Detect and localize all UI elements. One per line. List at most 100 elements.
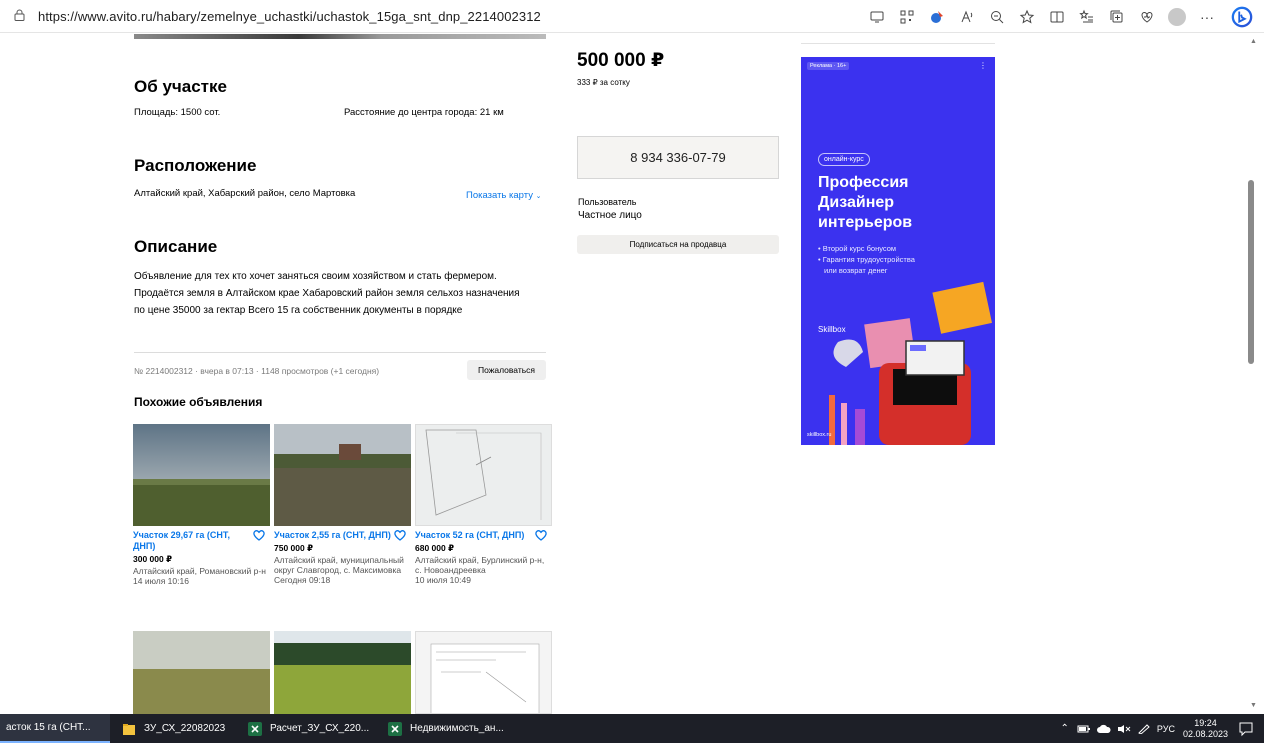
distance-value: 21 км [479,107,504,118]
app-available-icon[interactable] [862,2,892,32]
scroll-down-icon[interactable]: ▼ [1250,702,1257,709]
ad-bullets: • Второй курс бонусом • Гарантия трудоус… [818,243,915,276]
excel-icon [248,721,262,736]
pen-icon[interactable] [1137,723,1151,734]
ad-illustration [829,281,992,445]
card-date: 14 июля 10:16 [133,576,189,586]
ad-bullet: • Гарантия трудоустройства [818,255,915,264]
card-title[interactable]: Участок 2,55 га (СНТ, ДНП) [274,530,411,541]
favorite-heart-icon[interactable] [393,528,407,542]
battery-icon[interactable] [1077,724,1091,734]
favorite-heart-icon[interactable] [534,528,548,542]
similar-card[interactable]: Участок 2,55 га (СНТ, ДНП) 750 000 ₽ Алт… [274,424,411,585]
browser-toolbar: https://www.avito.ru/habary/zemelnye_uch… [0,0,1264,33]
taskbar-item-label: Расчет_ЗУ_СХ_220... [270,723,370,734]
taskbar-item-label: асток 15 га (СНТ... [6,722,91,733]
card-location: Алтайский край, Бурлинский р-н, с. Новоа… [415,555,545,575]
card-date: 10 июля 10:49 [415,575,471,585]
clock-date: 02.08.2023 [1182,728,1228,739]
ad-slot-top [801,34,995,44]
chevron-up-icon[interactable]: ⌃ [1061,723,1069,734]
card-photo[interactable] [133,631,270,714]
card-title[interactable]: Участок 52 га (СНТ, ДНП) [415,530,552,541]
bing-copilot-icon[interactable] [1226,3,1258,31]
ad-headline-line: Профессия [818,174,909,191]
notifications-icon[interactable] [1238,721,1254,737]
ad-badge: онлайн-курс [818,153,870,166]
listing-meta: № 2214002312 · вчера в 07:13 · 1148 прос… [134,366,380,376]
card-price: 680 000 ₽ [415,543,455,553]
taskbar-item-excel-2[interactable]: Недвижимость_ан... [378,714,513,743]
scroll-up-icon[interactable]: ▲ [1250,38,1257,45]
area-value: 1500 сот. [180,107,221,118]
favorite-star-icon[interactable] [1012,2,1042,32]
description-line: Объявление для тех кто хочет заняться св… [134,271,497,282]
show-map-link[interactable]: Показать карту ⌄ [466,190,541,201]
taskbar-item-label: ЗУ_СХ_22082023 [144,723,226,734]
ad-menu-icon[interactable]: ⋮ [979,61,987,70]
card-location: Алтайский край, Романовский р-н [133,566,266,576]
scroll-thumb[interactable] [1248,180,1254,364]
volume-muted-icon[interactable] [1117,724,1131,734]
listing-price: 500 000 ₽ [577,50,665,71]
cloud-icon[interactable] [1096,724,1111,734]
page-scrollbar[interactable] [1250,34,1264,714]
system-tray: ⌃ РУС 19:24 02.08.2023 [1061,714,1264,743]
card-date: Сегодня 09:18 [274,575,331,585]
seller-type: Пользователь [578,197,637,207]
price-per-unit: 333 ₽ за сотку [577,78,630,87]
ad-label: Реклама · 16+ [807,62,850,70]
split-screen-icon[interactable] [1042,2,1072,32]
card-photo[interactable] [274,631,411,714]
favorite-heart-icon[interactable] [252,528,266,542]
read-aloud-icon[interactable] [952,2,982,32]
distance-label: Расстояние до центра города: [344,107,478,118]
ad-footer: skillbox.ru [807,432,832,438]
card-photo[interactable] [133,424,270,526]
gallery-photo-bottom[interactable] [134,34,546,39]
profile-icon[interactable] [1162,2,1192,32]
collections-icon[interactable] [1102,2,1132,32]
report-button[interactable]: Пожаловаться [467,360,546,380]
description-line: Продаётся земля в Алтайском крае Хабаров… [134,288,520,299]
ad-headline: Профессия Дизайнер интерьеров [818,173,912,233]
excel-icon [388,721,402,736]
card-photo[interactable] [415,631,552,714]
site-info-icon[interactable] [14,9,25,21]
card-title[interactable]: Участок 29,67 га (СНТ, ДНП) [133,530,270,552]
card-price: 300 000 ₽ [133,554,173,564]
qr-code-icon[interactable] [892,2,922,32]
ad-banner[interactable]: Реклама · 16+ ⋮ онлайн-курс Профессия Ди… [801,57,995,445]
taskbar-item-label: Недвижимость_ан... [410,723,504,734]
taskbar-item-folder[interactable]: ЗУ_СХ_22082023 [112,714,232,743]
input-language[interactable]: РУС [1157,724,1175,734]
favorites-list-icon[interactable] [1072,2,1102,32]
card-photo[interactable] [274,424,411,526]
ad-headline-line: Дизайнер [818,194,895,211]
settings-more-icon[interactable]: ··· [1192,2,1222,32]
folder-icon [123,723,135,735]
area-label: Площадь: [134,107,178,118]
address-bar[interactable]: https://www.avito.ru/habary/zemelnye_uch… [38,9,541,24]
page-content: Об участке Площадь: 1500 сот. Расстояние… [0,34,1250,714]
windows-taskbar: асток 15 га (СНТ... ЗУ_СХ_22082023 Расче… [0,714,1264,743]
zoom-icon[interactable] [982,2,1012,32]
similar-card[interactable]: Участок 29,67 га (СНТ, ДНП) 300 000 ₽ Ал… [133,424,270,586]
similar-card[interactable]: Участок 52 га (СНТ, ДНП) 680 000 ₽ Алтай… [415,424,552,585]
show-map-label: Показать карту [466,190,533,201]
taskbar-item-excel-1[interactable]: Расчет_ЗУ_СХ_220... [238,714,373,743]
description-section-title: Описание [134,237,218,256]
description-text: Объявление для тех кто хочет заняться св… [134,268,520,319]
taskbar-clock[interactable]: 19:24 02.08.2023 [1183,718,1228,740]
browser-essentials-icon[interactable] [1132,2,1162,32]
seller-name[interactable]: Частное лицо [578,210,642,221]
subscribe-seller-button[interactable]: Подписаться на продавца [577,235,779,254]
extension-icon[interactable] [922,2,952,32]
card-photo[interactable] [415,424,552,526]
area-row: Площадь: 1500 сот. [134,107,220,118]
show-phone-button[interactable]: 8 934 336-07-79 [577,136,779,179]
card-location: Алтайский край, муниципальный округ Слав… [274,555,404,575]
taskbar-item-browser[interactable]: асток 15 га (СНТ... [0,714,110,743]
ad-bullet: • Второй курс бонусом [818,244,897,253]
description-line: по цене 35000 за гектар Всего 15 га собс… [134,305,463,316]
